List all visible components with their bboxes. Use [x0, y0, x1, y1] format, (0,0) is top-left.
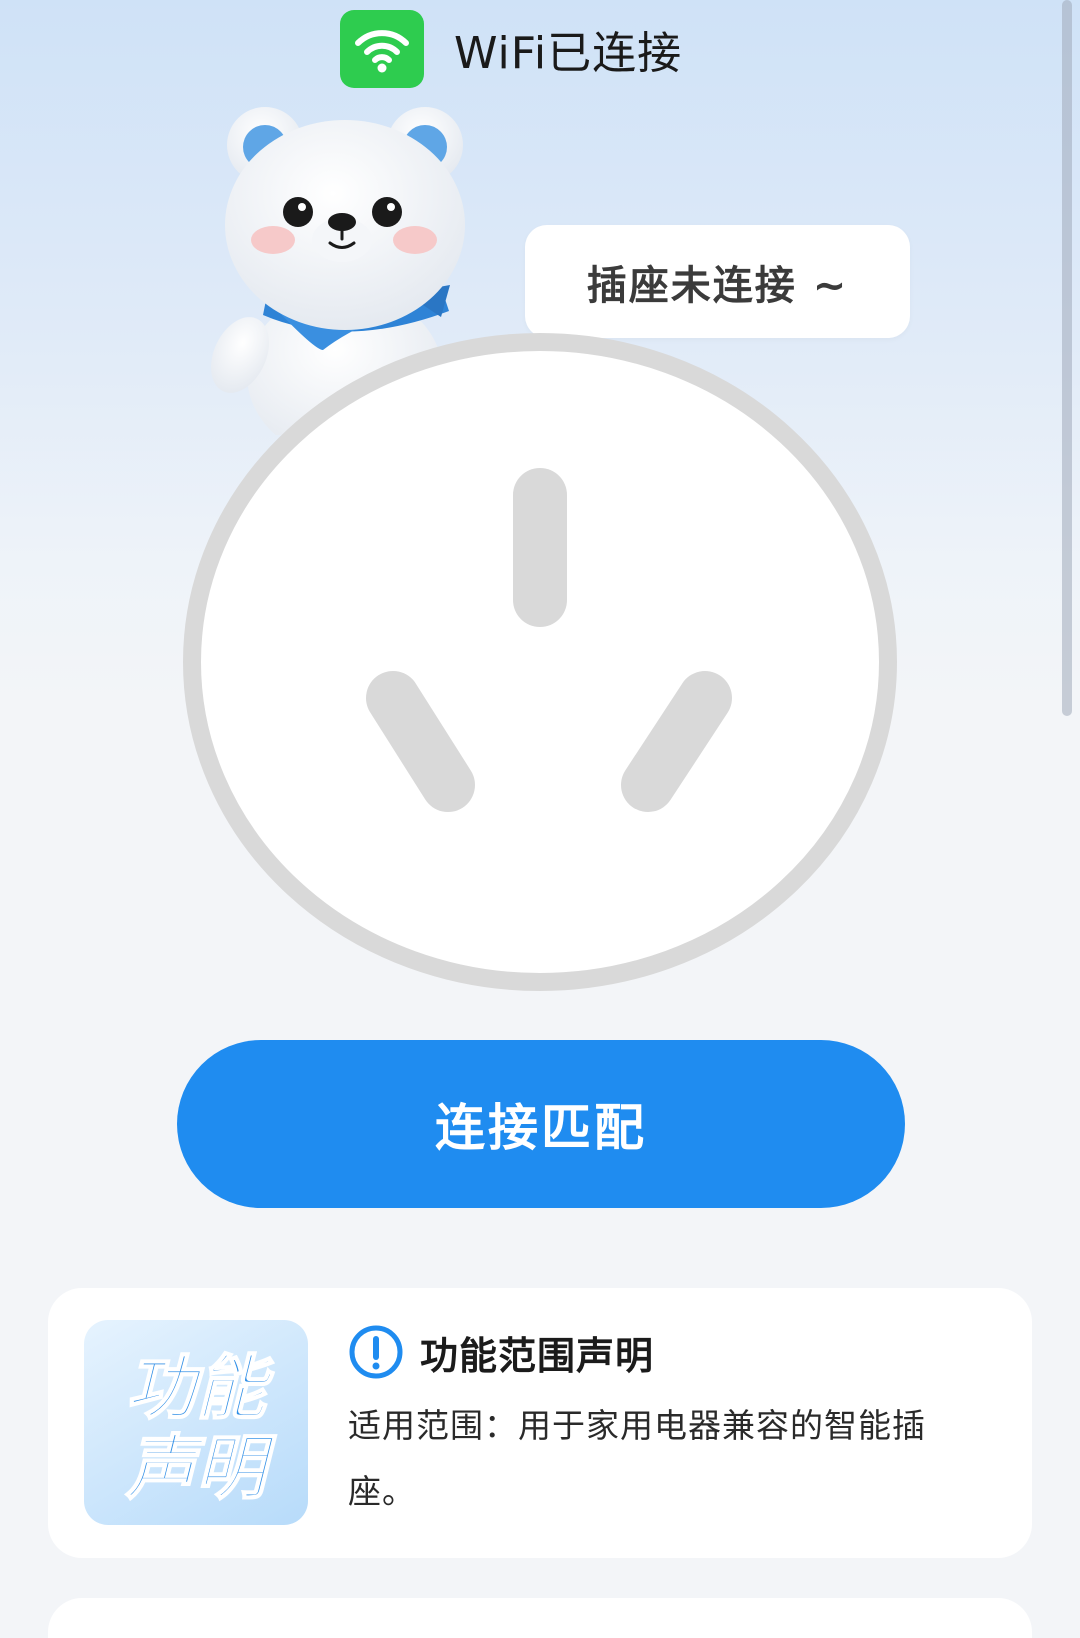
socket-outlet-icon: [183, 333, 897, 991]
wifi-icon: [340, 10, 424, 88]
speech-bubble: 插座未连接 ~: [525, 225, 910, 338]
scrollbar[interactable]: [1062, 0, 1072, 716]
declaration-card[interactable]: 功能 声明 功能范围声明 适用范围：用于家用电器兼容的智能插座。: [48, 1288, 1032, 1558]
svg-text:声明: 声明: [125, 1427, 277, 1509]
svg-text:功能: 功能: [126, 1347, 274, 1429]
info-icon: [349, 1325, 403, 1379]
declaration-title: 功能范围声明: [420, 1333, 655, 1378]
wifi-status: WiFi已连接: [340, 10, 682, 88]
wifi-status-label: WiFi已连接: [454, 28, 683, 79]
declaration-title-row: 功能范围声明: [348, 1324, 654, 1380]
declaration-description: 适用范围：用于家用电器兼容的智能插座。: [348, 1406, 926, 1511]
declaration-logo: 功能 声明: [84, 1320, 308, 1525]
connect-match-button[interactable]: 连接匹配: [177, 1040, 905, 1208]
next-card-edge: [48, 1598, 1032, 1638]
